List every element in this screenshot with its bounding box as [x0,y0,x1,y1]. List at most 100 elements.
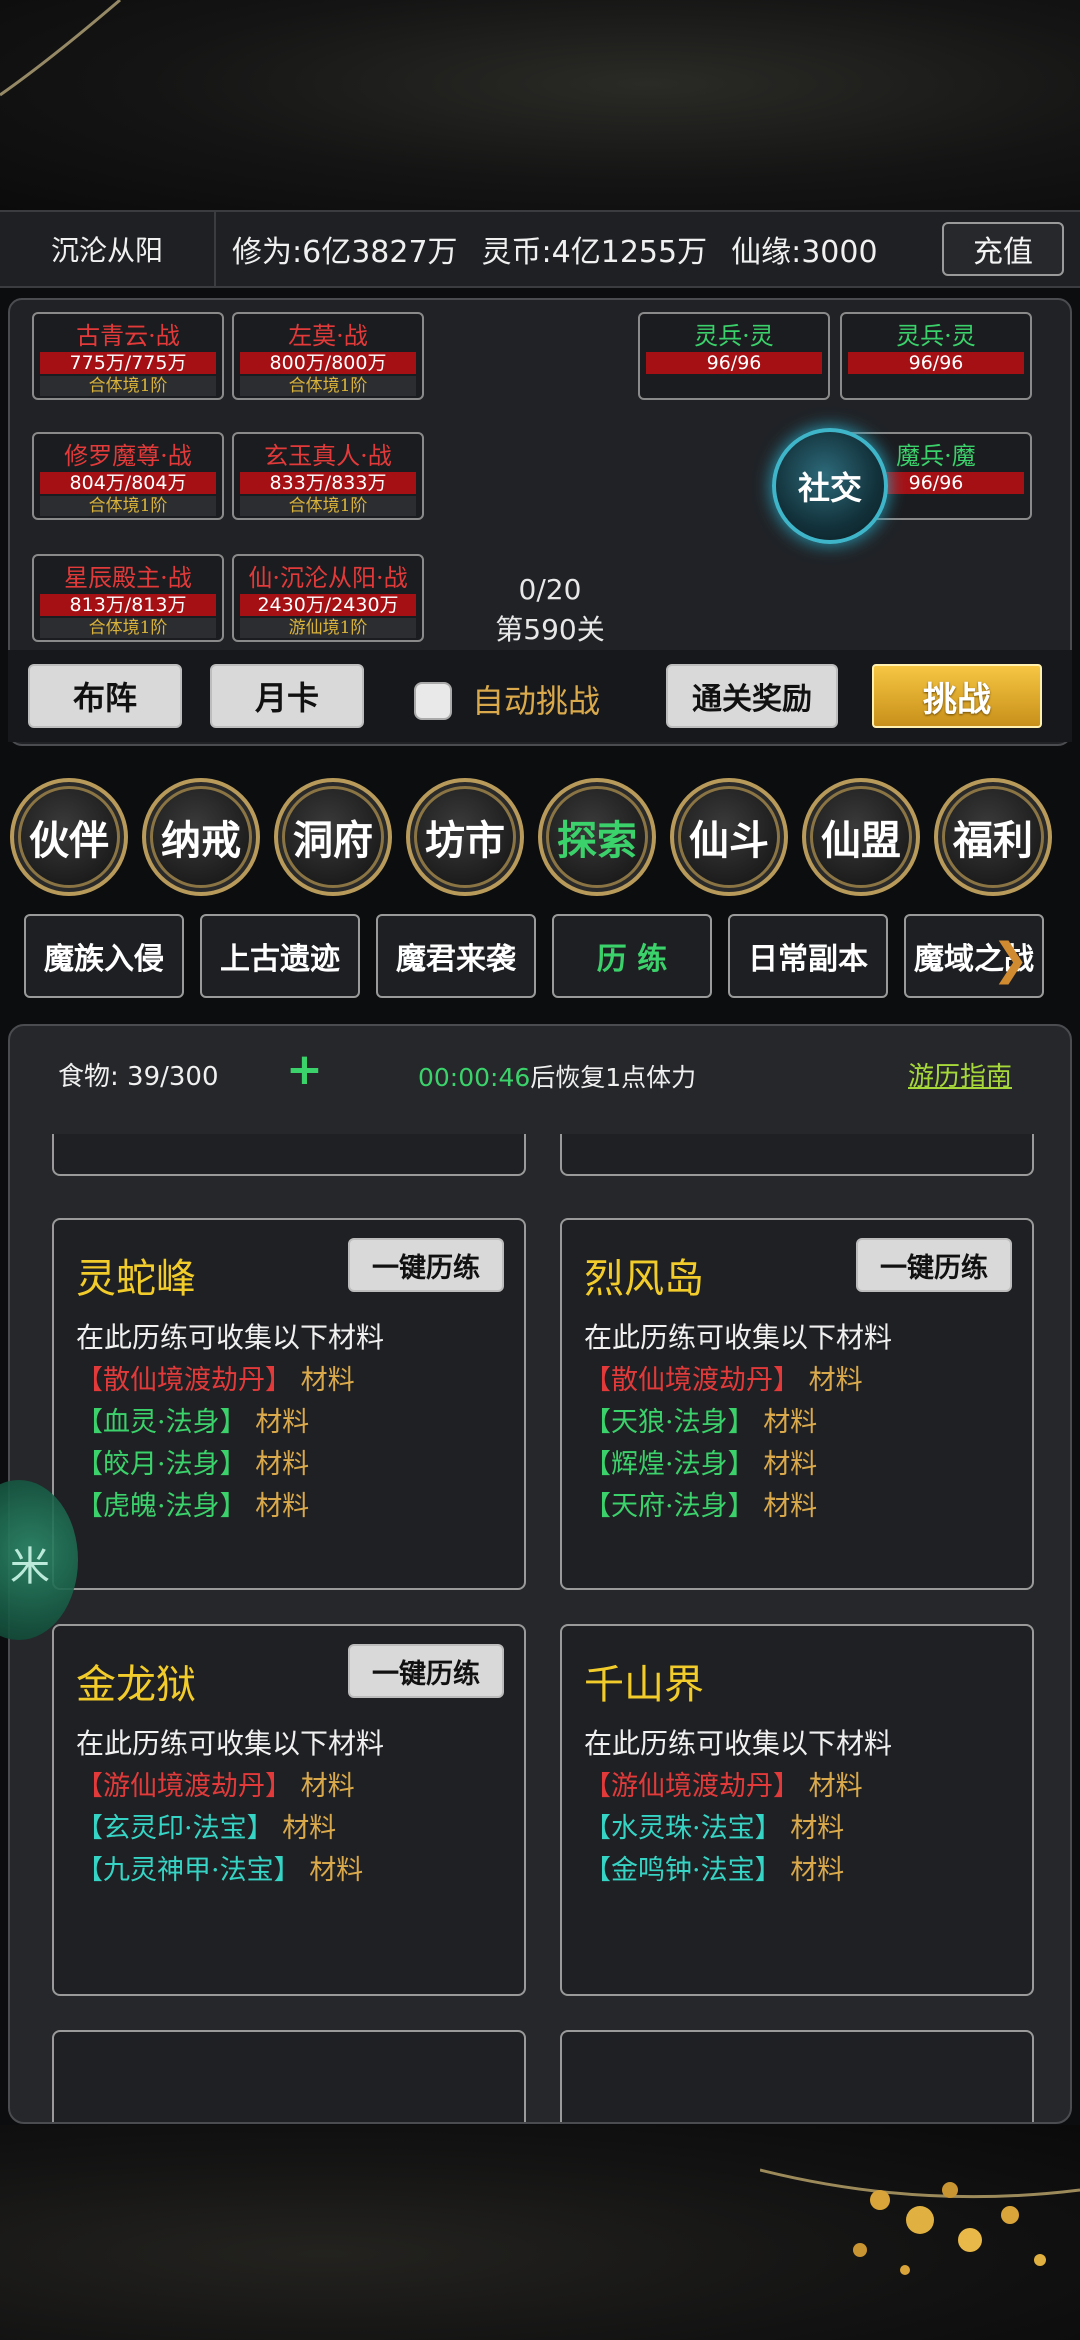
material-item: 【虎魄·法身】 材料 [76,1484,309,1523]
ally-unit-4[interactable]: 玄玉真人·战 833万/833万 合体境1阶 [232,432,424,520]
location-title: 金龙狱 [76,1662,196,1708]
material-name: 【九灵神甲·法宝】 [76,1855,301,1886]
material-name: 【游仙境渡劫丹】 [584,1771,800,1802]
auto-challenge-checkbox[interactable] [414,682,452,720]
material-name: 【辉煌·法身】 [584,1449,755,1480]
nav-alliance[interactable]: 仙盟 [802,778,920,896]
material-name: 【天狼·法身】 [584,1407,755,1438]
material-name: 【游仙境渡劫丹】 [76,1771,292,1802]
material-suffix: 材料 [763,1491,818,1522]
main-nav: 伙伴 纳戒 洞府 坊市 探索 仙斗 仙盟 福利 [0,778,1080,902]
challenge-button[interactable]: 挑战 [872,664,1042,728]
ally-name: 古青云·战 [76,322,180,350]
material-item: 【九灵神甲·法宝】 材料 [76,1848,363,1887]
tab-daily-dungeon[interactable]: 日常副本 [728,914,888,998]
enemy-hp: 96/96 [646,352,822,374]
material-suffix: 材料 [309,1855,364,1886]
player-name[interactable]: 沉沦从阳 [0,212,216,286]
tab-training[interactable]: 历 练 [552,914,712,998]
material-name: 【皎月·法身】 [76,1449,247,1480]
nav-explore[interactable]: 探索 [538,778,656,896]
location-card[interactable]: 千山界 在此历练可收集以下材料 【游仙境渡劫丹】 材料 【水灵珠·法宝】 材料 … [560,1624,1034,1996]
nav-market[interactable]: 坊市 [406,778,524,896]
material-suffix: 材料 [763,1449,818,1480]
material-name: 【血灵·法身】 [76,1407,247,1438]
material-name: 【金鸣钟·法宝】 [584,1855,782,1886]
food-counter: 食物: 39/300 [58,1062,219,1092]
social-button[interactable]: 社交 [772,428,888,544]
enemy-hp: 96/96 [848,352,1024,374]
tab-demon-invasion[interactable]: 魔族入侵 [24,914,184,998]
plus-icon[interactable]: + [286,1044,323,1095]
nav-storage-ring[interactable]: 纳戒 [142,778,260,896]
card-partial-top-left [52,1134,526,1176]
ally-unit-1[interactable]: 古青云·战 775万/775万 合体境1阶 [32,312,224,400]
card-partial-bottom-right [560,2030,1034,2122]
location-card[interactable]: 灵蛇峰 一键历练 在此历练可收集以下材料 【散仙境渡劫丹】 材料 【血灵·法身】… [52,1218,526,1590]
clear-reward-button[interactable]: 通关奖励 [666,664,838,728]
one-click-train-button[interactable]: 一键历练 [348,1644,504,1698]
ally-name: 星辰殿主·战 [64,564,192,592]
tab-demon-lord-raid[interactable]: 魔君来袭 [376,914,536,998]
resource-display: 修为:6亿3827万 灵币:4亿1255万 仙缘:3000 [232,212,902,286]
ally-hp: 833万/833万 [240,472,416,494]
card-description: 在此历练可收集以下材料 [584,1321,893,1354]
ally-realm: 合体境1阶 [240,376,416,396]
nav-partner[interactable]: 伙伴 [10,778,128,896]
enemy-unit-2[interactable]: 灵兵·灵 96/96 [840,312,1032,400]
material-name: 【散仙境渡劫丹】 [584,1365,800,1396]
material-item: 【金鸣钟·法宝】 材料 [584,1848,844,1887]
food-bar: 食物: 39/300 + 00:00:46后恢复1点体力 游历指南 [10,1026,1070,1118]
ally-realm: 游仙境1阶 [240,618,416,638]
material-suffix: 材料 [300,1771,355,1802]
travel-guide-link[interactable]: 游历指南 [908,1056,1012,1093]
ally-realm: 合体境1阶 [40,496,216,516]
ally-hp: 775万/775万 [40,352,216,374]
monthly-card-button[interactable]: 月卡 [210,664,364,728]
fate-value: 仙缘:3000 [731,235,878,270]
recharge-button[interactable]: 充值 [942,222,1064,276]
formation-button[interactable]: 布阵 [28,664,182,728]
material-suffix: 材料 [300,1365,355,1396]
stage-info: 0/20 第590关 [470,570,630,650]
nav-welfare[interactable]: 福利 [934,778,1052,896]
nav-immortal-duel[interactable]: 仙斗 [670,778,788,896]
location-card[interactable]: 烈风岛 一键历练 在此历练可收集以下材料 【散仙境渡劫丹】 材料 【天狼·法身】… [560,1218,1034,1590]
ally-realm: 合体境1阶 [40,376,216,396]
one-click-train-button[interactable]: 一键历练 [348,1238,504,1292]
ally-name: 修罗魔尊·战 [64,442,192,470]
card-description: 在此历练可收集以下材料 [76,1321,385,1354]
one-click-train-button[interactable]: 一键历练 [856,1238,1012,1292]
material-name: 【天府·法身】 [584,1491,755,1522]
nav-cave-abode[interactable]: 洞府 [274,778,392,896]
material-name: 【水灵珠·法宝】 [584,1813,782,1844]
enemy-unit-1[interactable]: 灵兵·灵 96/96 [638,312,830,400]
ally-unit-6[interactable]: 仙·沉沦从阳·战 2430万/2430万 游仙境1阶 [232,554,424,642]
ally-hp: 2430万/2430万 [240,594,416,616]
enemy-name: 灵兵·灵 [694,322,774,350]
material-name: 【虎魄·法身】 [76,1491,247,1522]
ally-name: 左莫·战 [288,322,368,350]
material-suffix: 材料 [255,1491,310,1522]
material-suffix: 材料 [808,1771,863,1802]
auto-challenge-label[interactable]: 自动挑战 [472,676,600,722]
ally-unit-2[interactable]: 左莫·战 800万/800万 合体境1阶 [232,312,424,400]
tab-ancient-ruins[interactable]: 上古遗迹 [200,914,360,998]
material-suffix: 材料 [808,1365,863,1396]
recover-timer: 00:00:46 [418,1063,531,1092]
material-item: 【散仙境渡劫丹】 材料 [584,1358,863,1397]
ally-unit-5[interactable]: 星辰殿主·战 813万/813万 合体境1阶 [32,554,224,642]
wave-progress: 0/20 [518,573,582,606]
card-description: 在此历练可收集以下材料 [584,1727,893,1760]
material-item: 【水灵珠·法宝】 材料 [584,1806,844,1845]
material-item: 【天狼·法身】 材料 [584,1400,817,1439]
ally-unit-3[interactable]: 修罗魔尊·战 804万/804万 合体境1阶 [32,432,224,520]
location-title: 灵蛇峰 [76,1256,196,1302]
location-card[interactable]: 金龙狱 一键历练 在此历练可收集以下材料 【游仙境渡劫丹】 材料 【玄灵印·法宝… [52,1624,526,1996]
ally-hp: 804万/804万 [40,472,216,494]
material-name: 【玄灵印·法宝】 [76,1813,274,1844]
material-item: 【天府·法身】 材料 [584,1484,817,1523]
top-background [0,0,1080,210]
chevron-right-icon[interactable]: ❯ [992,934,1029,985]
material-item: 【血灵·法身】 材料 [76,1400,309,1439]
